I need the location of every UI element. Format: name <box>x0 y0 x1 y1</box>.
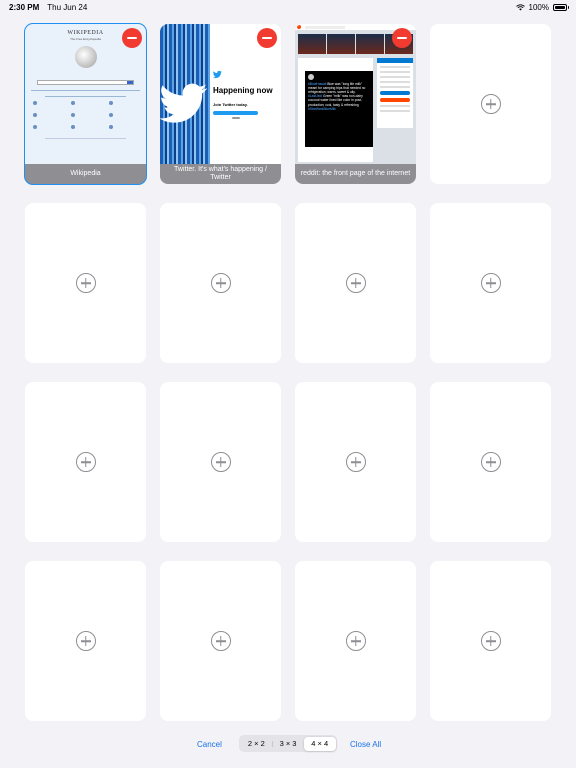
tab-caption: reddit: the front page of the internet <box>295 164 416 184</box>
layout-4x4-option[interactable]: 4 × 4 <box>303 736 336 751</box>
minus-icon <box>397 37 407 39</box>
layout-3x3-option[interactable]: 3 × 3 <box>272 737 304 751</box>
cancel-button[interactable]: Cancel <box>197 740 222 749</box>
remove-tab-button[interactable] <box>392 28 412 48</box>
twitter-headline: Happening now <box>213 86 273 95</box>
add-tab-plus-icon[interactable] <box>345 452 366 472</box>
tab-grid: WIKIPEDIA The Free Encyclopedia Wikipedi… <box>24 23 551 721</box>
remove-tab-button[interactable] <box>122 28 142 48</box>
add-tab-plus-icon[interactable] <box>345 631 366 651</box>
close-all-button[interactable]: Close All <box>350 740 381 749</box>
wifi-icon <box>515 3 525 10</box>
empty-tab-slot[interactable] <box>430 382 551 542</box>
reddit-embedded-tweet: #BlueHawaii Blue was "long life milk" me… <box>305 71 373 147</box>
empty-tab-slot[interactable] <box>160 203 281 363</box>
add-tab-plus-icon[interactable] <box>75 452 96 472</box>
add-tab-plus-icon[interactable] <box>480 452 501 472</box>
empty-tab-slot[interactable] <box>160 561 281 721</box>
add-tab-plus-icon[interactable] <box>480 631 501 651</box>
empty-tab-slot[interactable] <box>430 24 551 184</box>
remove-tab-button[interactable] <box>257 28 277 48</box>
add-tab-plus-icon[interactable] <box>75 631 96 651</box>
add-tab-plus-icon[interactable] <box>210 452 231 472</box>
twitter-signup-pill <box>213 111 258 115</box>
empty-tab-slot[interactable] <box>25 203 146 363</box>
status-date: Thu Jun 24 <box>47 2 88 12</box>
battery-percent: 100% <box>528 2 549 12</box>
tab-caption: Twitter. It's what's happening / Twitter <box>160 164 281 184</box>
minus-icon <box>127 37 137 39</box>
twitter-login-pill <box>232 117 240 119</box>
twitter-logo-icon <box>213 70 222 79</box>
empty-tab-slot[interactable] <box>25 561 146 721</box>
empty-tab-slot[interactable] <box>295 561 416 721</box>
add-tab-plus-icon[interactable] <box>210 631 231 651</box>
status-bar: 2:30 PM Thu Jun 24 100% <box>0 0 576 14</box>
status-right: 100% <box>515 2 569 12</box>
twitter-hero-image <box>160 24 210 164</box>
status-time: 2:30 PM <box>9 2 40 12</box>
empty-tab-slot[interactable] <box>295 203 416 363</box>
layout-2x2-option[interactable]: 2 × 2 <box>241 737 273 751</box>
add-tab-plus-icon[interactable] <box>75 273 96 293</box>
wikipedia-search-bar <box>37 80 134 85</box>
layout-segmented-control: 2 × 2 3 × 3 4 × 4 <box>239 735 337 752</box>
wikipedia-globe-icon <box>74 46 97 68</box>
add-tab-plus-icon[interactable] <box>480 94 501 114</box>
empty-tab-slot[interactable] <box>430 203 551 363</box>
empty-tab-slot[interactable] <box>295 382 416 542</box>
tweet-text: #BlueHawaii Blue was "long life milk" me… <box>308 82 366 111</box>
tab-card-reddit[interactable]: #BlueHawaii Blue was "long life milk" me… <box>295 24 416 184</box>
reddit-sidebar <box>377 58 413 128</box>
tab-card-twitter[interactable]: Happening now Join Twitter today. Twitte… <box>160 24 281 184</box>
twitter-bird-icon <box>160 83 208 123</box>
add-tab-plus-icon[interactable] <box>480 273 501 293</box>
add-tab-plus-icon[interactable] <box>345 273 366 293</box>
empty-tab-slot[interactable] <box>25 382 146 542</box>
tab-card-wikipedia[interactable]: WIKIPEDIA The Free Encyclopedia Wikipedi… <box>24 23 147 185</box>
bottom-toolbar: Cancel 2 × 2 3 × 3 4 × 4 Close All <box>0 734 576 754</box>
twitter-subhead: Join Twitter today. <box>213 102 248 107</box>
empty-tab-slot[interactable] <box>430 561 551 721</box>
tab-caption: Wikipedia <box>25 164 146 184</box>
add-tab-plus-icon[interactable] <box>210 273 231 293</box>
minus-icon <box>262 37 272 39</box>
empty-tab-slot[interactable] <box>160 382 281 542</box>
battery-icon <box>553 3 569 11</box>
avatar <box>308 74 314 80</box>
reddit-logo-icon <box>297 25 301 29</box>
